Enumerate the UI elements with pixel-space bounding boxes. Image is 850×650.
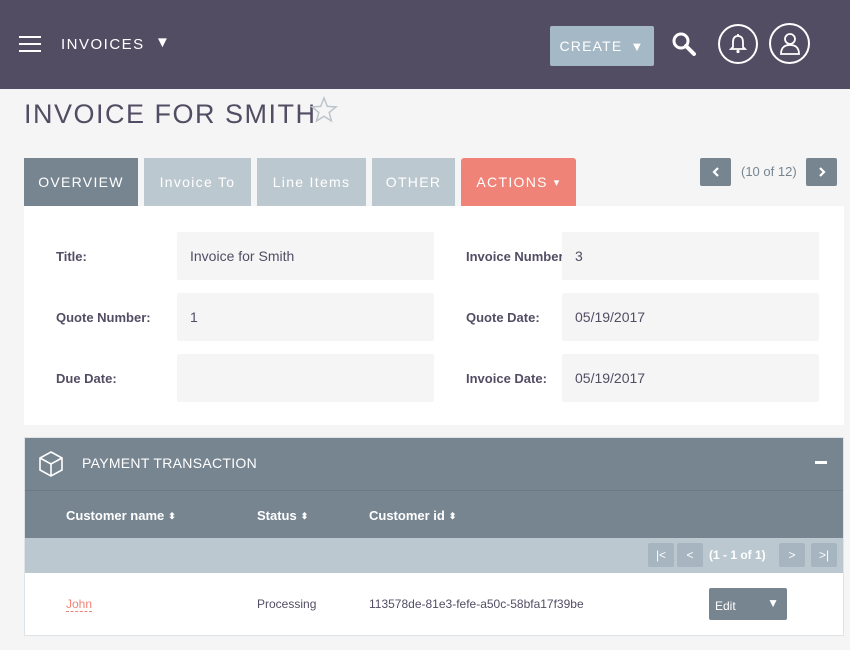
quote-date-value[interactable]: 05/19/2017 xyxy=(562,293,819,341)
invoice-date-value[interactable]: 05/19/2017 xyxy=(562,354,819,402)
profile-button[interactable] xyxy=(769,23,810,64)
previous-page-button[interactable]: < xyxy=(677,543,703,567)
next-page-button[interactable]: > xyxy=(779,543,805,567)
create-caret-icon: ▼ xyxy=(630,38,645,54)
create-button-label: CREATE xyxy=(559,38,623,54)
customer-name-link[interactable]: John xyxy=(66,597,93,612)
invoice-number-label: Invoice Number: xyxy=(466,249,563,264)
top-navigation-bar: INVOICES ▼ CREATE ▼ xyxy=(0,0,850,89)
module-menu-label[interactable]: INVOICES xyxy=(61,36,145,53)
hamburger-icon[interactable] xyxy=(19,36,41,52)
column-label: Customer id xyxy=(369,508,445,523)
create-button[interactable]: CREATE ▼ xyxy=(550,26,654,66)
minus-icon[interactable] xyxy=(815,461,827,464)
table-header: Customer name ⬍ Status ⬍ Customer id ⬍ xyxy=(25,490,843,538)
due-date-value[interactable] xyxy=(177,354,434,402)
chevron-down-icon[interactable]: ▼ xyxy=(767,596,779,610)
actions-menu-button[interactable]: ACTIONS ▾ xyxy=(461,158,576,206)
notifications-button[interactable] xyxy=(718,24,758,64)
payment-transaction-subpanel: PAYMENT TRANSACTION Customer name ⬍ Statu… xyxy=(24,437,844,636)
first-page-button[interactable]: |< xyxy=(648,543,674,567)
subpanel-title: PAYMENT TRANSACTION xyxy=(82,455,258,471)
due-date-label: Due Date: xyxy=(56,371,117,386)
bell-icon xyxy=(728,34,748,54)
sort-icon: ⬍ xyxy=(448,511,457,521)
table-row: John Processing 113578de-81e3-fefe-a50c-… xyxy=(25,573,843,635)
column-status[interactable]: Status ⬍ xyxy=(257,508,308,523)
user-icon xyxy=(779,32,800,55)
column-label: Status xyxy=(257,508,297,523)
star-icon[interactable] xyxy=(310,95,338,124)
tab-overview[interactable]: OVERVIEW xyxy=(24,158,138,206)
title-label: Title: xyxy=(56,249,87,264)
module-menu-caret[interactable]: ▼ xyxy=(155,34,170,51)
customer-id-cell: 113578de-81e3-fefe-a50c-58bfa17f39be xyxy=(369,597,584,611)
edit-button[interactable]: Edit ▼ xyxy=(709,588,787,620)
sort-icon: ⬍ xyxy=(300,511,309,521)
tab-invoice-to[interactable]: Invoice To xyxy=(144,158,251,206)
actions-label: ACTIONS xyxy=(476,174,548,190)
chevron-right-icon xyxy=(818,167,826,177)
status-cell: Processing xyxy=(257,597,317,611)
next-record-button[interactable] xyxy=(806,158,837,186)
title-value[interactable]: Invoice for Smith xyxy=(177,232,434,280)
edit-label: Edit xyxy=(715,599,736,613)
search-icon[interactable] xyxy=(670,30,698,58)
record-position: (10 of 12) xyxy=(741,164,797,179)
pagination-text: (1 - 1 of 1) xyxy=(709,548,766,562)
previous-record-button[interactable] xyxy=(700,158,731,186)
chevron-left-icon xyxy=(711,167,719,177)
invoice-date-label: Invoice Date: xyxy=(466,371,547,386)
actions-caret-icon: ▾ xyxy=(553,176,561,189)
column-customer-name[interactable]: Customer name ⬍ xyxy=(66,508,176,523)
subpanel-header[interactable]: PAYMENT TRANSACTION xyxy=(25,438,843,490)
page-title: INVOICE FOR SMITH xyxy=(24,99,317,129)
last-page-button[interactable]: >| xyxy=(811,543,837,567)
quote-date-label: Quote Date: xyxy=(466,310,540,325)
column-customer-id[interactable]: Customer id ⬍ xyxy=(369,508,456,523)
sort-icon: ⬍ xyxy=(168,511,176,521)
quote-number-label: Quote Number: xyxy=(56,310,151,325)
overview-panel: Title: Invoice for Smith Invoice Number:… xyxy=(24,206,844,425)
quote-number-value[interactable]: 1 xyxy=(177,293,434,341)
customer-name-cell[interactable]: John xyxy=(66,597,93,612)
tab-line-items[interactable]: Line Items xyxy=(257,158,366,206)
box-icon xyxy=(37,450,65,478)
column-label: Customer name xyxy=(66,508,165,523)
pagination-bar: |< < (1 - 1 of 1) > >| xyxy=(25,538,843,573)
tab-other[interactable]: OTHER xyxy=(372,158,455,206)
invoice-number-value[interactable]: 3 xyxy=(562,232,819,280)
